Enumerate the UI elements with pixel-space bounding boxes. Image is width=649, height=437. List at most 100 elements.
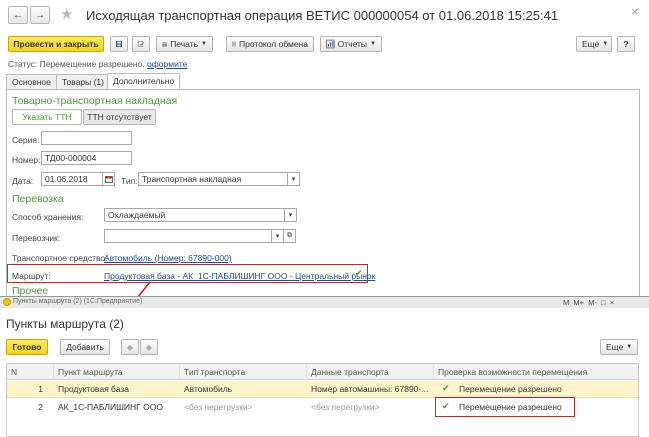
carrier-open-button[interactable]: ⧉ [284, 229, 296, 243]
route-points-table: N Пункт маршрута Тип транспорта Данные т… [6, 363, 639, 437]
back-arrow-icon: ← [13, 9, 23, 21]
post-document-icon [138, 41, 144, 47]
date-label: Дата: [12, 176, 34, 186]
storage-dropdown[interactable]: ▾ [285, 208, 297, 222]
column-header-point[interactable]: Пункт маршрута [54, 364, 180, 380]
specify-ttn-button[interactable]: Указать ТТН [12, 109, 82, 125]
status-value: Перемещение разрешено, [39, 59, 145, 69]
cell-point: АК_1С-ПАБЛИШИНГ ООО [58, 402, 163, 412]
back-button[interactable]: ← [8, 6, 28, 24]
subwindow: Пункты маршрута (2) Готово Добавить ◆ ◆ … [0, 308, 649, 437]
cell-point: Продуктовая база [58, 384, 129, 394]
close-icon[interactable]: × [631, 4, 639, 19]
carrier-label: Перевозчик: [12, 233, 61, 243]
chevron-down-icon: ▼ [201, 41, 207, 47]
column-header-transport-type[interactable]: Тип транспорта [180, 364, 307, 380]
move-down-button[interactable]: ◆ [140, 339, 158, 355]
status-label: Статус: [8, 59, 38, 69]
open-link-icon: ⧉ [287, 232, 292, 239]
subwindow-caption: Пункты маршрута (2) (1С:Предприятие) [13, 298, 143, 305]
print-button[interactable]: Печать ▼ [156, 36, 213, 52]
storage-label: Способ хранения: [12, 212, 84, 222]
check-highlight-box [435, 397, 575, 417]
move-up-button[interactable]: ◆ [121, 339, 139, 355]
cell-transport-type: <без перегрузки> [184, 402, 253, 412]
status-line: Статус: Перемещение разрешено, оформите [8, 59, 187, 69]
arrow-down-icon: ◆ [145, 342, 153, 352]
tab-goods[interactable]: Товары (1) [56, 74, 110, 89]
ttn-absent-button[interactable]: ТТН отсутствует [83, 109, 156, 125]
print-label: Печать [170, 39, 199, 49]
favorite-star-icon[interactable]: ★ [60, 5, 73, 23]
type-dropdown[interactable]: ▾ [288, 172, 300, 186]
ready-button[interactable]: Готово [6, 339, 48, 355]
transport-section-title: Перевозка [12, 193, 64, 205]
table-row[interactable]: 1 Продуктовая база Автомобиль Номер авто… [7, 381, 638, 398]
ttn-section-title: Товарно-транспортная накладная [12, 95, 178, 107]
carrier-field[interactable] [104, 229, 272, 243]
check-icon: ✔ [442, 383, 450, 393]
arrow-up-icon: ◆ [126, 342, 134, 352]
column-header-check[interactable]: Проверка возможности перемещения [434, 364, 638, 380]
cell-n: 1 [38, 384, 43, 394]
post-button[interactable] [132, 36, 150, 52]
dropdown-arrow-icon: ▾ [291, 176, 296, 183]
reports-button[interactable]: Отчеты ▼ [320, 36, 382, 52]
more-button[interactable]: Еще ▼ [576, 36, 612, 52]
vehicle-link[interactable]: Автомобиль (Номер: 67890-000) [104, 253, 232, 263]
cell-transport-data: <без перегрузки> [311, 402, 380, 412]
help-label: ? [623, 39, 629, 49]
add-button[interactable]: Добавить [60, 339, 110, 355]
forward-button[interactable]: → [30, 6, 50, 24]
tab-additional[interactable]: Дополнительно [107, 73, 181, 89]
forward-arrow-icon: → [35, 9, 45, 21]
reports-label: Отчеты [337, 39, 368, 49]
cell-transport-type: Автомобиль [184, 384, 233, 394]
tab-main[interactable]: Основное [6, 74, 57, 89]
ready-label: Готово [12, 342, 42, 352]
cell-n: 2 [38, 402, 43, 412]
type-label: Тип: [121, 176, 138, 186]
floppy-disk-icon [116, 41, 122, 47]
help-button[interactable]: ? [617, 36, 635, 52]
number-field[interactable]: ТД00-000004 [41, 151, 132, 165]
series-field[interactable] [41, 131, 132, 145]
exchange-log-label: Протокол обмена [239, 39, 308, 49]
status-link[interactable]: оформите [147, 59, 187, 69]
subwindow-more-button[interactable]: Еще ▼ [600, 339, 638, 355]
column-header-n[interactable]: N [7, 364, 54, 380]
subwindow-caption-bar: Пункты маршрута (2) (1С:Предприятие) M M… [0, 296, 649, 308]
carrier-dropdown[interactable]: ▾ [272, 229, 284, 243]
post-and-close-label: Провести и закрыть [13, 39, 99, 49]
type-field[interactable]: Транспортная накладная [138, 172, 288, 186]
report-icon [326, 39, 335, 49]
chevron-down-icon: ▼ [626, 344, 633, 350]
dropdown-arrow-icon: ▾ [288, 212, 293, 219]
save-button[interactable] [110, 36, 128, 52]
route-highlight-box [7, 264, 368, 283]
column-header-transport-data[interactable]: Данные транспорта [307, 364, 434, 380]
subwindow-more-label: Еще [606, 342, 624, 352]
table-header: N Пункт маршрута Тип транспорта Данные т… [7, 364, 638, 380]
subwindow-title: Пункты маршрута (2) [6, 317, 124, 331]
caption-buttons[interactable]: M M+ M- □ × [563, 298, 614, 307]
more-label: Еще [582, 39, 600, 49]
vehicle-label: Транспортное средство: [12, 253, 108, 263]
calendar-button[interactable] [103, 172, 115, 186]
specify-ttn-label: Указать ТТН [22, 112, 72, 122]
storage-field[interactable]: Охлаждаемый [104, 208, 285, 222]
add-label: Добавить [66, 342, 104, 352]
document-icon [232, 41, 237, 47]
post-and-close-button[interactable]: Провести и закрыть [8, 36, 104, 52]
main-window: ← → ★ Исходящая транспортная операция ВЕ… [0, 0, 649, 328]
cell-check: Перемещение разрешено [459, 384, 562, 394]
exchange-log-button[interactable]: Протокол обмена [226, 36, 314, 52]
cell-transport-data: Номер автомашины: 67890-... [311, 384, 429, 394]
printer-icon [162, 41, 167, 47]
chevron-down-icon: ▼ [602, 41, 609, 47]
app-logo-icon [3, 298, 11, 306]
chevron-down-icon: ▼ [370, 41, 376, 47]
ttn-absent-label: ТТН отсутствует [87, 112, 152, 122]
window-title: Исходящая транспортная операция ВЕТИС 00… [86, 8, 559, 23]
date-field[interactable]: 01.06.2018 [41, 172, 103, 186]
